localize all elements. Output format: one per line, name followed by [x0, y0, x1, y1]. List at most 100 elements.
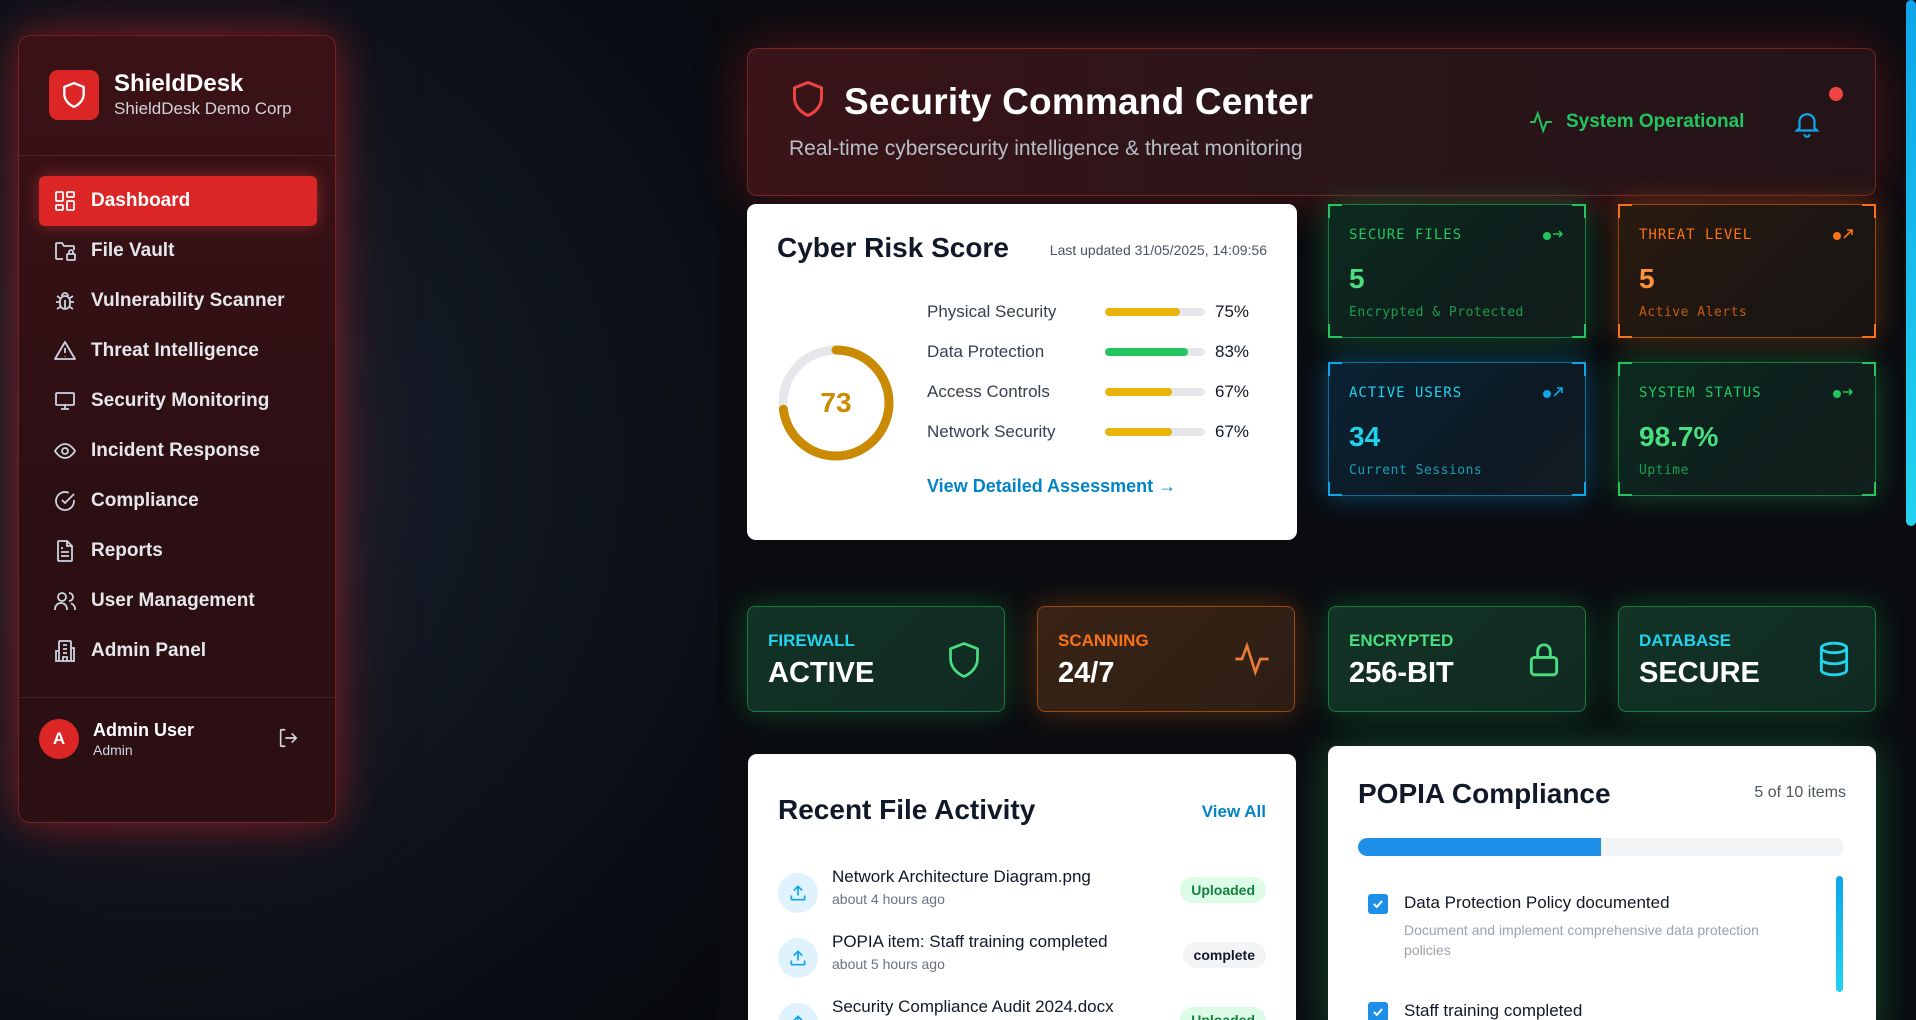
last-updated: Last updated 31/05/2025, 14:09:56	[1049, 242, 1267, 258]
threat-level-tile[interactable]: THREAT LEVEL 5 Active Alerts	[1618, 204, 1876, 338]
sidebar-item-incident-response[interactable]: Incident Response	[39, 426, 317, 476]
compliance-item-title: Data Protection Policy documented	[1404, 893, 1670, 912]
tile-subtitle: Current Sessions	[1349, 463, 1483, 478]
sidebar: ShieldDesk ShieldDesk Demo Corp Dashboar…	[18, 35, 336, 823]
upload-icon	[778, 938, 818, 978]
notification-dot	[1829, 87, 1843, 101]
metric-bar	[1105, 428, 1205, 436]
sidebar-item-label: Compliance	[91, 490, 199, 511]
status-card-value: 256-BIT	[1349, 657, 1454, 689]
sidebar-item-user-management[interactable]: User Management	[39, 576, 317, 626]
arrow-right-icon	[1543, 227, 1565, 246]
metric-row: Physical Security 75%	[927, 292, 1267, 332]
sidebar-item-compliance[interactable]: Compliance	[39, 476, 317, 526]
tile-subtitle: Encrypted & Protected	[1349, 305, 1524, 320]
activity-icon	[1530, 110, 1552, 134]
user-profile[interactable]: A Admin User Admin	[39, 719, 317, 759]
sidebar-item-label: Reports	[91, 540, 163, 561]
user-role: Admin	[93, 742, 133, 758]
user-name: Admin User	[93, 720, 195, 740]
metric-value: 75%	[1215, 302, 1250, 321]
logout-icon[interactable]	[277, 727, 299, 754]
metric-row: Data Protection 83%	[927, 332, 1267, 372]
sidebar-item-vulnerability-scanner[interactable]: Vulnerability Scanner	[39, 276, 317, 326]
bell-icon[interactable]	[1792, 107, 1822, 144]
database-card[interactable]: DATABASE SECURE	[1618, 606, 1876, 712]
status-badge: Uploaded	[1180, 1007, 1266, 1020]
activity-time: about 5 hours ago	[832, 956, 945, 972]
brand-org: ShieldDesk Demo Corp	[114, 99, 292, 118]
metric-label: Network Security	[927, 422, 1056, 441]
shield-logo-icon	[49, 70, 99, 120]
building-icon	[55, 640, 75, 662]
metric-bar	[1105, 348, 1205, 356]
scanning-card[interactable]: SCANNING 24/7	[1037, 606, 1295, 712]
view-all-link[interactable]: View All	[1202, 802, 1266, 822]
compliance-progress-bar	[1358, 838, 1844, 856]
metric-label: Physical Security	[927, 302, 1057, 321]
sidebar-item-label: Security Monitoring	[91, 390, 270, 411]
sidebar-item-label: File Vault	[91, 240, 175, 261]
status-badge: complete	[1182, 942, 1266, 968]
tile-value: 34	[1349, 421, 1381, 452]
tile-value: 98.7%	[1639, 421, 1719, 452]
card-title: POPIA Compliance	[1358, 778, 1611, 809]
secure-files-tile[interactable]: SECURE FILES 5 Encrypted & Protected	[1328, 204, 1586, 338]
metric-value: 67%	[1215, 382, 1250, 401]
compliance-item-title: Staff training completed	[1404, 1001, 1583, 1020]
status-card-label: ENCRYPTED	[1349, 631, 1454, 650]
eye-icon	[53, 443, 77, 459]
monitor-icon	[55, 392, 75, 410]
popia-compliance-card: POPIA Compliance 5 of 10 items Data Prot…	[1328, 746, 1876, 1020]
file-name: Security Compliance Audit 2024.docx	[832, 997, 1114, 1016]
checkbox[interactable]	[1368, 1002, 1388, 1020]
scrollbar[interactable]	[1836, 876, 1843, 992]
sidebar-item-label: Dashboard	[91, 190, 191, 211]
page-scrollbar[interactable]	[1906, 0, 1916, 526]
status-card-value: SECURE	[1639, 657, 1760, 689]
dashboard-icon	[55, 191, 75, 211]
alert-triangle-icon	[54, 341, 76, 360]
encrypted-card[interactable]: ENCRYPTED 256-BIT	[1328, 606, 1586, 712]
brand[interactable]: ShieldDesk ShieldDesk Demo Corp	[49, 70, 292, 120]
metric-row: Access Controls 67%	[927, 372, 1267, 412]
view-assessment-link[interactable]: View Detailed Assessment →	[927, 476, 1176, 497]
firewall-card[interactable]: FIREWALL ACTIVE	[747, 606, 1005, 712]
checkbox[interactable]	[1368, 894, 1388, 914]
sidebar-item-dashboard[interactable]: Dashboard	[39, 176, 317, 226]
active-users-tile[interactable]: ACTIVE USERS 34 Current Sessions	[1328, 362, 1586, 496]
metric-value: 83%	[1215, 342, 1250, 361]
tile-value: 5	[1349, 263, 1365, 294]
sidebar-nav: Dashboard File Vault Vulnerability Scann…	[39, 176, 317, 676]
status-text: System Operational	[1566, 111, 1745, 132]
status-card-label: DATABASE	[1639, 631, 1731, 650]
sidebar-item-label: Vulnerability Scanner	[91, 290, 285, 311]
folder-lock-icon	[55, 242, 76, 261]
compliance-count: 5 of 10 items	[1754, 784, 1846, 801]
activity-time: about 4 hours ago	[832, 891, 945, 907]
metric-label: Data Protection	[927, 342, 1045, 361]
file-text-icon	[57, 540, 73, 562]
sidebar-item-reports[interactable]: Reports	[39, 526, 317, 576]
recent-activity-card: Recent File Activity View All Network Ar…	[748, 754, 1296, 1020]
tile-label: ACTIVE USERS	[1349, 385, 1463, 401]
upload-icon	[778, 873, 818, 913]
system-status-tile[interactable]: SYSTEM STATUS 98.7% Uptime	[1618, 362, 1876, 496]
sidebar-item-threat-intelligence[interactable]: Threat Intelligence	[39, 326, 317, 376]
activity-item[interactable]: Security Compliance Audit 2024.docx Uplo…	[778, 997, 1266, 1020]
risk-gauge: 73	[777, 344, 895, 462]
card-title: Cyber Risk Score	[777, 232, 1009, 263]
avatar: A	[39, 719, 79, 759]
sidebar-item-admin-panel[interactable]: Admin Panel	[39, 626, 317, 676]
arrow-right-icon	[1833, 385, 1855, 404]
compliance-item-desc: Document and implement comprehensive dat…	[1404, 922, 1759, 958]
metric-row: Network Security 67%	[927, 412, 1267, 452]
sidebar-item-label: User Management	[91, 590, 255, 611]
sidebar-item-security-monitoring[interactable]: Security Monitoring	[39, 376, 317, 426]
tile-subtitle: Active Alerts	[1639, 305, 1748, 320]
activity-item[interactable]: POPIA item: Staff training completed abo…	[778, 932, 1266, 982]
activity-item[interactable]: Network Architecture Diagram.png about 4…	[778, 867, 1266, 917]
bug-icon	[56, 292, 74, 310]
sidebar-item-file-vault[interactable]: File Vault	[39, 226, 317, 276]
upload-icon	[778, 1003, 818, 1020]
